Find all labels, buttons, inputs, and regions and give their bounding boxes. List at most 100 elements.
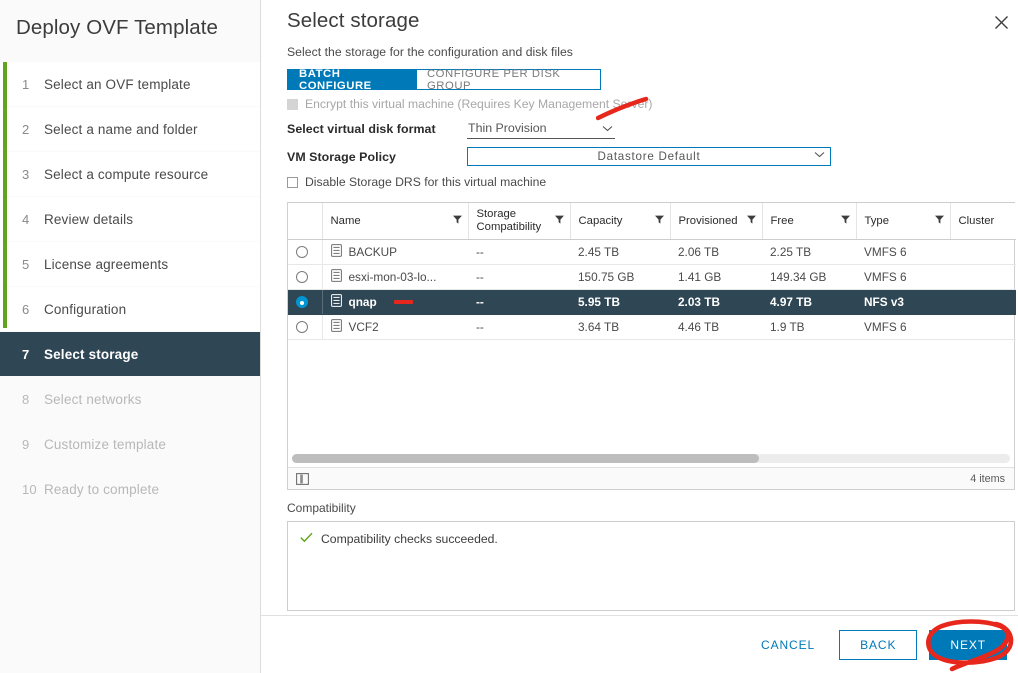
filter-icon[interactable] (934, 215, 944, 227)
step-label: License agreements (44, 256, 169, 272)
column-storage-compatibility[interactable]: Storage Compatibility (468, 203, 571, 240)
column-label: Free (770, 214, 794, 227)
cell-type: VMFS 6 (856, 314, 950, 340)
step-label: Review details (44, 211, 134, 227)
sidebar-step-4[interactable]: 4 Review details (0, 197, 260, 241)
datastore-icon (330, 318, 342, 335)
column-name[interactable]: Name (322, 203, 469, 240)
compatibility-panel: Compatibility checks succeeded. (287, 521, 1015, 611)
cell-free: 149.34 GB (762, 264, 856, 290)
step-label: Customize template (44, 436, 166, 452)
step-number: 1 (22, 76, 30, 92)
sidebar-step-7-select-storage[interactable]: 7 Select storage (0, 332, 260, 376)
row-radio-selected[interactable] (296, 296, 308, 309)
sidebar-filler (0, 511, 260, 673)
table-row[interactable]: VCF2 -- 3.64 TB 4.46 TB 1.9 TB VMFS 6 (288, 314, 1016, 340)
filter-icon[interactable] (746, 215, 756, 227)
row-radio-cell[interactable] (288, 289, 323, 315)
next-button[interactable]: NEXT (929, 629, 1007, 660)
cell-free: 4.97 TB (762, 289, 856, 315)
sidebar-step-1[interactable]: 1 Select an OVF template (0, 62, 260, 106)
encrypt-vm-checkbox (287, 98, 298, 110)
disable-sdrs-checkbox[interactable] (287, 176, 298, 188)
item-count: 4 items (970, 472, 1005, 485)
row-radio[interactable] (296, 271, 308, 284)
step-number: 3 (22, 166, 30, 182)
tab-batch-configure[interactable]: BATCH CONFIGURE (287, 68, 417, 92)
step-label: Select networks (44, 391, 142, 407)
table-row[interactable]: esxi-mon-03-lo... -- 150.75 GB 1.41 GB 1… (288, 264, 1016, 290)
step-label: Select a name and folder (44, 121, 198, 137)
cell-cluster (950, 314, 1016, 340)
storage-policy-select[interactable]: Datastore Default (467, 147, 831, 166)
cell-name: esxi-mon-03-lo... (322, 264, 468, 290)
column-type[interactable]: Type (856, 203, 951, 240)
datastore-icon (330, 243, 342, 260)
disk-format-label: Select virtual disk format (287, 122, 436, 136)
datastore-name: VCF2 (348, 319, 379, 334)
cell-cluster (950, 289, 1016, 315)
wizard-step-list: 1 Select an OVF template 2 Select a name… (0, 62, 260, 511)
column-capacity[interactable]: Capacity (570, 203, 671, 240)
step-number: 7 (22, 346, 30, 362)
cell-provisioned: 2.06 TB (670, 239, 762, 265)
row-radio-cell[interactable] (288, 314, 323, 340)
cell-name: BACKUP (322, 239, 468, 265)
sidebar-step-10: 10 Ready to complete (0, 467, 260, 511)
row-radio-cell[interactable] (288, 264, 323, 290)
table-row-selected[interactable]: qnap -- 5.95 TB 2.03 TB 4.97 TB NFS v3 (288, 289, 1016, 315)
main-panel: Select storage Select the storage for th… (261, 0, 1018, 673)
horizontal-scrollbar[interactable] (292, 454, 1010, 463)
row-radio-cell[interactable] (288, 239, 323, 265)
cell-provisioned: 1.41 GB (670, 264, 762, 290)
back-button[interactable]: BACK (839, 629, 918, 660)
step-label: Select storage (44, 346, 139, 362)
datastore-name: qnap (348, 294, 377, 309)
progress-rail (3, 62, 7, 328)
disk-format-select[interactable]: Thin Provision (467, 119, 615, 139)
wizard-title: Deploy OVF Template (16, 16, 219, 39)
table-row[interactable]: BACKUP -- 2.45 TB 2.06 TB 2.25 TB VMFS 6 (288, 239, 1016, 265)
wizard-sidebar: Deploy OVF Template 1 Select an OVF temp… (0, 0, 261, 673)
column-select (288, 203, 323, 240)
filter-icon[interactable] (452, 215, 462, 227)
cell-free: 1.9 TB (762, 314, 856, 340)
column-label: Cluster (958, 214, 995, 227)
sidebar-step-5[interactable]: 5 License agreements (0, 242, 260, 286)
column-chooser-icon[interactable] (296, 472, 309, 485)
step-label: Select an OVF template (44, 76, 191, 92)
sidebar-step-6[interactable]: 6 Configuration (0, 287, 260, 331)
tab-configure-per-disk-group[interactable]: CONFIGURE PER DISK GROUP (416, 68, 601, 92)
sidebar-step-3[interactable]: 3 Select a compute resource (0, 152, 260, 196)
cell-cluster (950, 239, 1016, 265)
check-icon (300, 532, 313, 546)
close-icon[interactable] (989, 10, 1013, 34)
cell-storage-compatibility: -- (468, 289, 570, 315)
encrypt-vm-row: Encrypt this virtual machine (Requires K… (287, 97, 1015, 111)
compatibility-status: Compatibility checks succeeded. (300, 532, 1002, 546)
row-radio[interactable] (296, 246, 308, 259)
step-label: Ready to complete (44, 481, 160, 497)
filter-icon[interactable] (554, 215, 564, 227)
step-label: Select a compute resource (44, 166, 209, 182)
row-radio[interactable] (296, 321, 308, 334)
step-label: Configuration (44, 301, 127, 317)
column-free[interactable]: Free (762, 203, 857, 240)
column-provisioned[interactable]: Provisioned (670, 203, 763, 240)
filter-icon[interactable] (840, 215, 850, 227)
sidebar-step-2[interactable]: 2 Select a name and folder (0, 107, 260, 151)
step-number: 10 (22, 481, 37, 497)
step-number: 6 (22, 301, 30, 317)
cell-storage-compatibility: -- (468, 314, 570, 340)
disable-sdrs-label: Disable Storage DRS for this virtual mac… (305, 175, 547, 189)
cell-capacity: 2.45 TB (570, 239, 670, 265)
datastore-name: esxi-mon-03-lo... (348, 269, 437, 284)
cell-type: NFS v3 (856, 289, 950, 315)
scrollbar-thumb[interactable] (292, 454, 759, 463)
sidebar-step-8: 8 Select networks (0, 377, 260, 421)
cell-name: qnap (322, 289, 468, 315)
step-number: 2 (22, 121, 30, 137)
cancel-button[interactable]: CANCEL (749, 631, 827, 659)
column-cluster[interactable]: Cluster (950, 203, 1016, 240)
filter-icon[interactable] (654, 215, 664, 227)
